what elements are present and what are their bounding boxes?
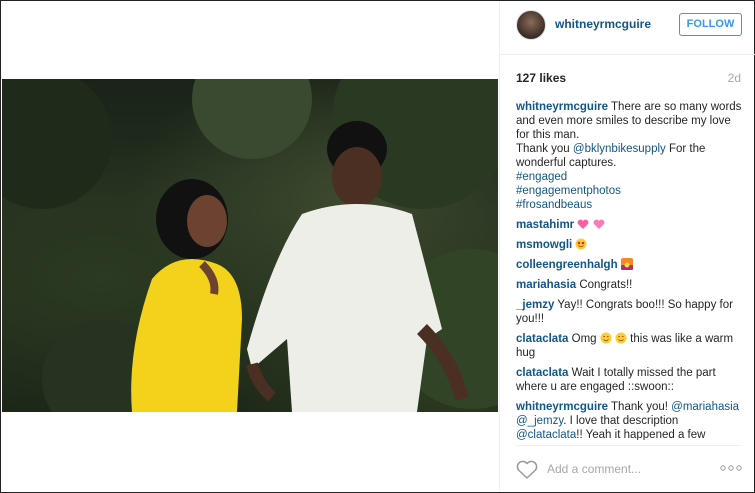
- comment-username[interactable]: colleengreenhalgh: [516, 259, 618, 271]
- post-age[interactable]: 2d: [728, 71, 741, 85]
- sparkling-hearts-icon: [577, 219, 589, 229]
- post-photo[interactable]: [2, 79, 498, 412]
- comment-mention[interactable]: @_jemzy: [516, 415, 563, 427]
- comment-text: . I love that description: [563, 415, 679, 427]
- more-options-icon[interactable]: [720, 464, 742, 472]
- divider: [516, 445, 742, 446]
- avatar[interactable]: [516, 10, 546, 40]
- hashtag-frosandbeaus[interactable]: #frosandbeaus: [516, 198, 742, 212]
- post-modal: whitneyrmcguire FOLLOW 127 likes 2d whit…: [0, 0, 755, 493]
- comment-mention[interactable]: @mariahasia: [671, 401, 739, 413]
- comment-username[interactable]: msmowgli: [516, 239, 572, 251]
- comment: colleengreenhalgh: [516, 258, 742, 272]
- couple-photo-illustration: [2, 79, 498, 412]
- heart-eyes-face-icon: [575, 238, 587, 250]
- post-header: whitneyrmcguire FOLLOW: [500, 2, 755, 55]
- comment-username[interactable]: clataclata: [516, 333, 568, 345]
- caption: whitneyrmcguire There are so many words …: [516, 100, 742, 212]
- comment-username[interactable]: mastahimr: [516, 219, 574, 231]
- comment-text: !! Yeah it happened a few: [576, 429, 706, 440]
- comment: msmowgli: [516, 238, 742, 252]
- sunset-icon: [620, 258, 633, 270]
- like-heart-icon[interactable]: [516, 460, 538, 480]
- comment-username[interactable]: clataclata: [516, 367, 568, 379]
- header-username[interactable]: whitneyrmcguire: [555, 17, 651, 31]
- likes-count[interactable]: 127 likes: [516, 71, 566, 85]
- hashtag-engaged[interactable]: #engaged: [516, 170, 742, 184]
- comment: mastahimr: [516, 218, 742, 232]
- comment: mariahasia Congrats!!: [516, 278, 742, 292]
- comment: whitneyrmcguire Thank you! @mariahasia @…: [516, 400, 742, 440]
- comment-text: Omg: [571, 333, 597, 345]
- comment-text: Thank you!: [611, 401, 668, 413]
- hashtag-engagementphotos[interactable]: #engagementphotos: [516, 184, 742, 198]
- photo-pane: [2, 2, 498, 492]
- comments-list[interactable]: whitneyrmcguire There are so many words …: [516, 100, 742, 440]
- comment: clataclata Omg this was like a warm hug: [516, 332, 742, 360]
- smiling-face-icon: [600, 332, 612, 344]
- smiling-face-icon: [615, 332, 627, 344]
- comment-username[interactable]: _jemzy: [516, 299, 554, 311]
- sparkling-hearts-icon: [593, 219, 604, 229]
- add-comment-input[interactable]: Add a comment...: [547, 462, 641, 476]
- follow-button[interactable]: FOLLOW: [679, 13, 742, 36]
- comment-username[interactable]: whitneyrmcguire: [516, 401, 608, 413]
- caption-text-thanks: Thank you: [516, 143, 570, 155]
- comment-username[interactable]: mariahasia: [516, 279, 576, 291]
- comment-text: Congrats!!: [579, 279, 633, 291]
- caption-mention[interactable]: @bklynbikesupply: [573, 143, 666, 155]
- caption-username[interactable]: whitneyrmcguire: [516, 101, 608, 113]
- comment: clataclata Wait I totally missed the par…: [516, 366, 742, 394]
- comment: _jemzy Yay!! Congrats boo!!! So happy fo…: [516, 298, 742, 326]
- comment-mention[interactable]: @clataclata: [516, 429, 576, 440]
- post-sidebar: whitneyrmcguire FOLLOW 127 likes 2d whit…: [499, 2, 755, 492]
